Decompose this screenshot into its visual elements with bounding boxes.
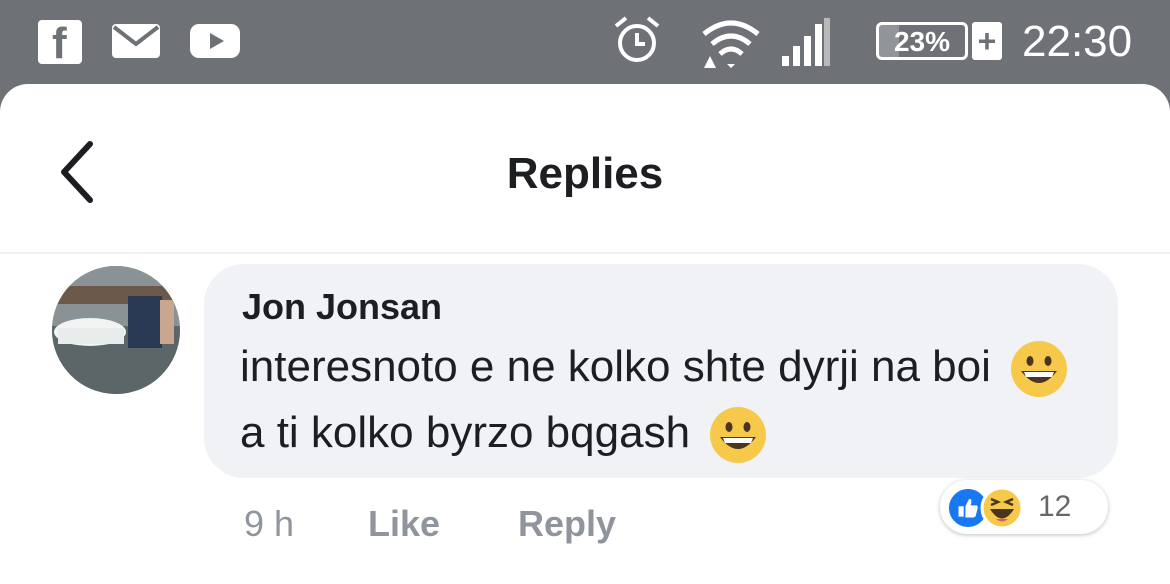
page-title: Replies (506, 149, 664, 198)
mail-icon (112, 24, 160, 58)
facebook-icon: f (38, 20, 82, 66)
replies-sheet: Replies Jon Jonsan interesnoto e ne kolk… (0, 84, 1170, 584)
haha-reaction-icon (980, 486, 1024, 530)
reactions-summary[interactable]: 12 (940, 480, 1108, 534)
reply-button[interactable]: Reply (518, 502, 616, 546)
status-bar: f 23% + 22:30 (0, 0, 1170, 84)
battery-icon: 23% (876, 22, 968, 60)
battery-percent: 23% (893, 26, 951, 57)
comment-text: interesnoto e ne kolko shte dyrji na boi… (240, 334, 1080, 466)
comment-timestamp: 9 h (244, 503, 295, 544)
grinning-face-emoji-icon (1011, 341, 1068, 398)
comment-text-part1: interesnoto e ne kolko shte dyrji na boi (240, 342, 991, 391)
grinning-face-emoji-icon (710, 407, 767, 464)
comment-text-part2: a ti kolko byrzo bqgash (240, 408, 691, 457)
comment-author[interactable]: Jon Jonsan (242, 286, 442, 328)
charging-plus-icon: + (972, 22, 1002, 60)
alarm-icon (614, 16, 660, 62)
status-time: 22:30 (1022, 17, 1133, 66)
reaction-count: 12 (1038, 490, 1072, 523)
like-button[interactable]: Like (368, 502, 440, 546)
youtube-icon (190, 24, 240, 58)
comment-bubble[interactable]: Jon Jonsan interesnoto e ne kolko shte d… (204, 264, 1118, 478)
wifi-icon (702, 20, 760, 68)
header-divider (0, 252, 1170, 254)
avatar[interactable] (52, 266, 180, 394)
signal-icon (782, 18, 830, 66)
